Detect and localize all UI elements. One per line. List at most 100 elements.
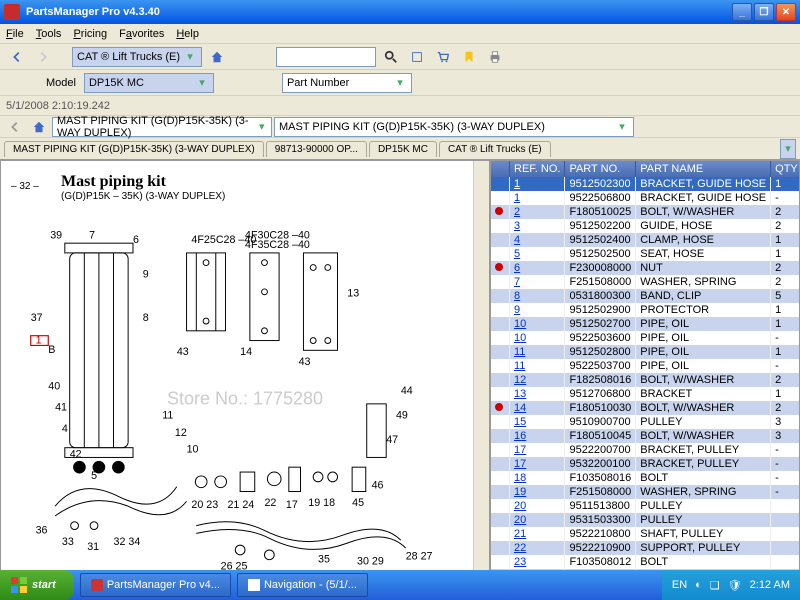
table-row[interactable]: 139512706800BRACKET1- — [491, 387, 800, 401]
start-button[interactable]: start — [0, 570, 74, 600]
tab-model[interactable]: DP15K MC — [369, 141, 437, 157]
cell-ref[interactable]: 20 — [510, 499, 565, 513]
cell-ref[interactable]: 9 — [510, 303, 565, 317]
table-row[interactable]: 7F251508000WASHER, SPRING222 — [491, 275, 800, 289]
cell-ref[interactable]: 8 — [510, 289, 565, 303]
table-row[interactable]: 23F103508012BOLT — [491, 555, 800, 569]
model-select[interactable]: DP15K MC▾ — [84, 73, 214, 93]
cell-ref[interactable]: 15 — [510, 415, 565, 429]
cell-ref[interactable]: 18 — [510, 471, 565, 485]
cell-ref[interactable]: 12 — [510, 373, 565, 387]
menu-help[interactable]: Help — [176, 28, 199, 40]
field-type-select[interactable]: Part Number▾ — [282, 73, 412, 93]
taskbar-item-partsmanager[interactable]: PartsManager Pro v4... — [80, 573, 231, 597]
th-qty[interactable]: QTY — [771, 161, 800, 177]
cell-ref[interactable]: 22 — [510, 541, 565, 555]
forward-button[interactable] — [32, 46, 54, 68]
th-name[interactable]: PART NAME — [636, 161, 771, 177]
tray-icon[interactable]: 🛡 — [728, 579, 742, 592]
filter-button[interactable] — [406, 46, 428, 68]
menu-pricing[interactable]: Pricing — [73, 28, 107, 40]
table-row[interactable]: 16F180510045BOLT, W/WASHER3- — [491, 429, 800, 443]
cell-ref[interactable]: 14 — [510, 401, 565, 415]
print-button[interactable] — [484, 46, 506, 68]
search-input[interactable] — [276, 47, 376, 67]
diagram-pane[interactable]: – 32 – Mast piping kit (G(D)P15K – 35K) … — [0, 160, 490, 588]
cell-ref[interactable]: 13 — [510, 387, 565, 401]
language-indicator[interactable]: EN — [672, 579, 687, 591]
table-row[interactable]: 49512502400CLAMP, HOSE1- — [491, 233, 800, 247]
menu-tools[interactable]: Tools — [36, 28, 62, 40]
table-row[interactable]: 99512502900PROTECTOR13 — [491, 303, 800, 317]
cell-ref[interactable]: 16 — [510, 429, 565, 443]
tray-icon[interactable]: ◐ — [695, 579, 702, 591]
cell-ref[interactable]: 23 — [510, 555, 565, 569]
catalog-select[interactable]: CAT ® Lift Trucks (E)▾ — [72, 47, 202, 67]
cell-ref[interactable]: 11 — [510, 345, 565, 359]
cell-ref[interactable]: 21 — [510, 527, 565, 541]
cell-ref[interactable]: 17 — [510, 443, 565, 457]
breadcrumb-path-select[interactable]: MAST PIPING KIT (G(D)P15K-35K) (3-WAY DU… — [52, 117, 272, 137]
table-row[interactable]: 19522506800BRACKET, GUIDE HOSE--1 — [491, 191, 800, 205]
th-ref[interactable]: REF. NO. — [510, 161, 565, 177]
cell-ref[interactable]: 4 — [510, 233, 565, 247]
table-row[interactable]: 119512502800PIPE, OIL1- — [491, 345, 800, 359]
menu-favorites[interactable]: Favorites — [119, 28, 164, 40]
search-button[interactable] — [380, 46, 402, 68]
table-row[interactable]: 6F230008000NUT222 — [491, 261, 800, 275]
cell-ref[interactable]: 10 — [510, 317, 565, 331]
cell-ref[interactable]: 2 — [510, 205, 565, 219]
maximize-button[interactable]: ❐ — [754, 3, 774, 21]
tab-catalog[interactable]: CAT ® Lift Trucks (E) — [439, 141, 551, 157]
table-row[interactable]: 39512502200GUIDE, HOSE2- — [491, 219, 800, 233]
table-row[interactable]: 179532200100BRACKET, PULLEY- — [491, 457, 800, 471]
cell-ref[interactable]: 7 — [510, 275, 565, 289]
cell-ref[interactable]: 10 — [510, 331, 565, 345]
cell-ref[interactable]: 19 — [510, 485, 565, 499]
tab-kit[interactable]: MAST PIPING KIT (G(D)P15K-35K) (3-WAY DU… — [4, 141, 264, 157]
table-row[interactable]: 219522210800SHAFT, PULLEY — [491, 527, 800, 541]
table-row[interactable]: 59512502500SEAT, HOSE1- — [491, 247, 800, 261]
cart-button[interactable] — [432, 46, 454, 68]
cell-ref[interactable]: 6 — [510, 261, 565, 275]
bookmark-button[interactable] — [458, 46, 480, 68]
table-row[interactable]: 119522503700PIPE, OIL--1 — [491, 359, 800, 373]
table-row[interactable]: 12F182508016BOLT, W/WASHER222 — [491, 373, 800, 387]
cell-ref[interactable]: 5 — [510, 247, 565, 261]
clock[interactable]: 2:12 AM — [750, 579, 790, 591]
breadcrumb-kit-select[interactable]: MAST PIPING KIT (G(D)P15K-35K) (3-WAY DU… — [274, 117, 634, 137]
menu-file[interactable]: File — [6, 28, 24, 40]
tab-document[interactable]: 98713-90000 OP... — [266, 141, 367, 157]
close-button[interactable]: ✕ — [776, 3, 796, 21]
table-row[interactable]: 159510900700PULLEY3- — [491, 415, 800, 429]
table-row[interactable]: 109522503600PIPE, OIL--1 — [491, 331, 800, 345]
breadcrumb-back-button[interactable] — [4, 116, 26, 138]
cell-ref[interactable]: 1 — [510, 191, 565, 205]
cell-ref[interactable]: 20 — [510, 513, 565, 527]
table-row[interactable]: 109512502700PIPE, OIL1- — [491, 317, 800, 331]
home-button[interactable] — [206, 46, 228, 68]
cell-ref[interactable]: 1 — [510, 177, 565, 191]
table-row[interactable]: 19512502300BRACKET, GUIDE HOSE1- — [491, 177, 800, 191]
cell-ref[interactable]: 17 — [510, 457, 565, 471]
tray-icon[interactable]: ❏ — [710, 579, 720, 592]
table-row[interactable]: 2F180510025BOLT, W/WASHER222 — [491, 205, 800, 219]
table-row[interactable]: 80531800300BAND, CLIP533 — [491, 289, 800, 303]
table-row[interactable]: 229522210900SUPPORT, PULLEY — [491, 541, 800, 555]
th-marker[interactable] — [491, 161, 510, 177]
table-row[interactable]: 14F180510030BOLT, W/WASHER222 — [491, 401, 800, 415]
diagram-scrollbar[interactable] — [473, 161, 489, 587]
table-row[interactable]: 18F103508016BOLT- — [491, 471, 800, 485]
back-button[interactable] — [6, 46, 28, 68]
breadcrumb-home-button[interactable] — [28, 116, 50, 138]
table-row[interactable]: 179522200700BRACKET, PULLEY--1 — [491, 443, 800, 457]
minimize-button[interactable]: _ — [732, 3, 752, 21]
cell-ref[interactable]: 11 — [510, 359, 565, 373]
tab-dropdown[interactable]: ▾ — [780, 139, 796, 159]
cell-ref[interactable]: 3 — [510, 219, 565, 233]
table-row[interactable]: 209511513800PULLEY — [491, 499, 800, 513]
table-row[interactable]: 209531503300PULLEY — [491, 513, 800, 527]
th-part[interactable]: PART NO. — [565, 161, 636, 177]
table-row[interactable]: 19F251508000WASHER, SPRING- — [491, 485, 800, 499]
taskbar-item-navigation[interactable]: Navigation - (5/1/... — [237, 573, 368, 597]
